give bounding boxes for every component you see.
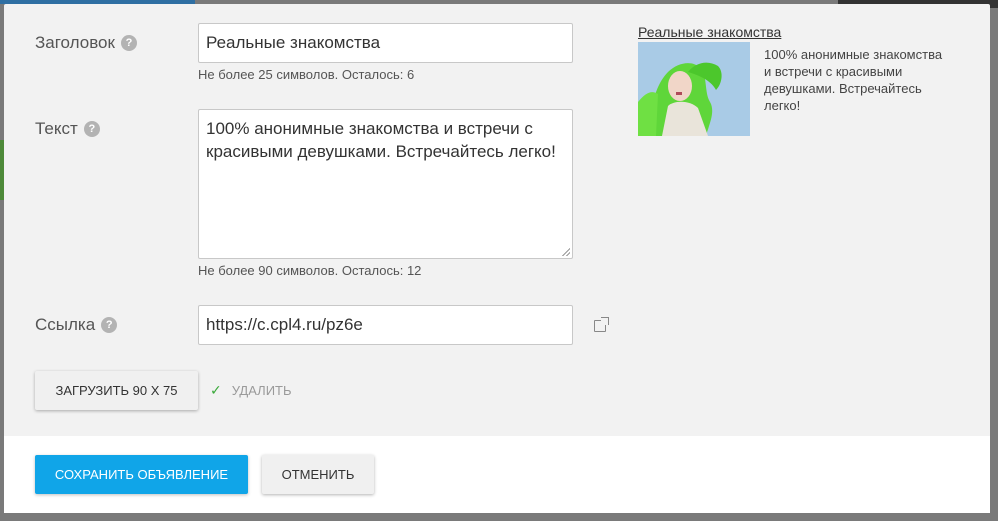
modal-footer: СОХРАНИТЬ ОБЪЯВЛЕНИЕ ОТМЕНИТЬ bbox=[4, 436, 990, 513]
title-input[interactable]: Реальные знакомства bbox=[198, 23, 573, 63]
title-hint: Не более 25 символов. Осталось: 6 bbox=[198, 67, 415, 82]
link-label-row: Ссылка ? bbox=[35, 315, 118, 335]
title-label-row: Заголовок ? bbox=[35, 33, 137, 53]
text-hint: Не более 90 символов. Осталось: 12 bbox=[198, 263, 422, 278]
link-label: Ссылка bbox=[35, 315, 96, 334]
upload-image-button[interactable]: ЗАГРУЗИТЬ 90 X 75 bbox=[35, 371, 198, 410]
title-help-icon[interactable]: ? bbox=[120, 35, 137, 51]
resize-grip-icon[interactable] bbox=[562, 248, 570, 256]
text-help-icon[interactable]: ? bbox=[83, 121, 100, 137]
link-help-icon[interactable]: ? bbox=[101, 317, 118, 333]
text-label: Текст bbox=[35, 119, 78, 138]
delete-image-link[interactable]: ✓ УДАЛИТЬ bbox=[210, 382, 292, 399]
title-label: Заголовок bbox=[35, 33, 115, 52]
check-icon: ✓ bbox=[210, 382, 222, 398]
preview-text: 100% анонимные знакомства и встречи с кр… bbox=[764, 47, 943, 113]
title-input-value: Реальные знакомства bbox=[206, 33, 381, 52]
text-label-row: Текст ? bbox=[35, 119, 100, 139]
preview-title[interactable]: Реальные знакомства bbox=[638, 24, 781, 40]
text-textarea[interactable]: 100% анонимные знакомства и встречи с кр… bbox=[198, 109, 573, 259]
preview-photo-illustration bbox=[638, 42, 750, 136]
save-ad-button[interactable]: СОХРАНИТЬ ОБЪЯВЛЕНИЕ bbox=[35, 455, 248, 494]
link-input-value: https://c.cpl4.ru/pz6e bbox=[206, 315, 363, 334]
text-textarea-value: 100% анонимные знакомства и встречи с кр… bbox=[206, 119, 556, 161]
cancel-button[interactable]: ОТМЕНИТЬ bbox=[262, 455, 374, 494]
link-input[interactable]: https://c.cpl4.ru/pz6e bbox=[198, 305, 573, 345]
preview-image bbox=[638, 42, 750, 136]
delete-label: УДАЛИТЬ bbox=[231, 383, 292, 398]
external-link-icon[interactable] bbox=[594, 317, 609, 332]
edit-ad-modal: Заголовок ? Реальные знакомства Не более… bbox=[4, 4, 990, 513]
